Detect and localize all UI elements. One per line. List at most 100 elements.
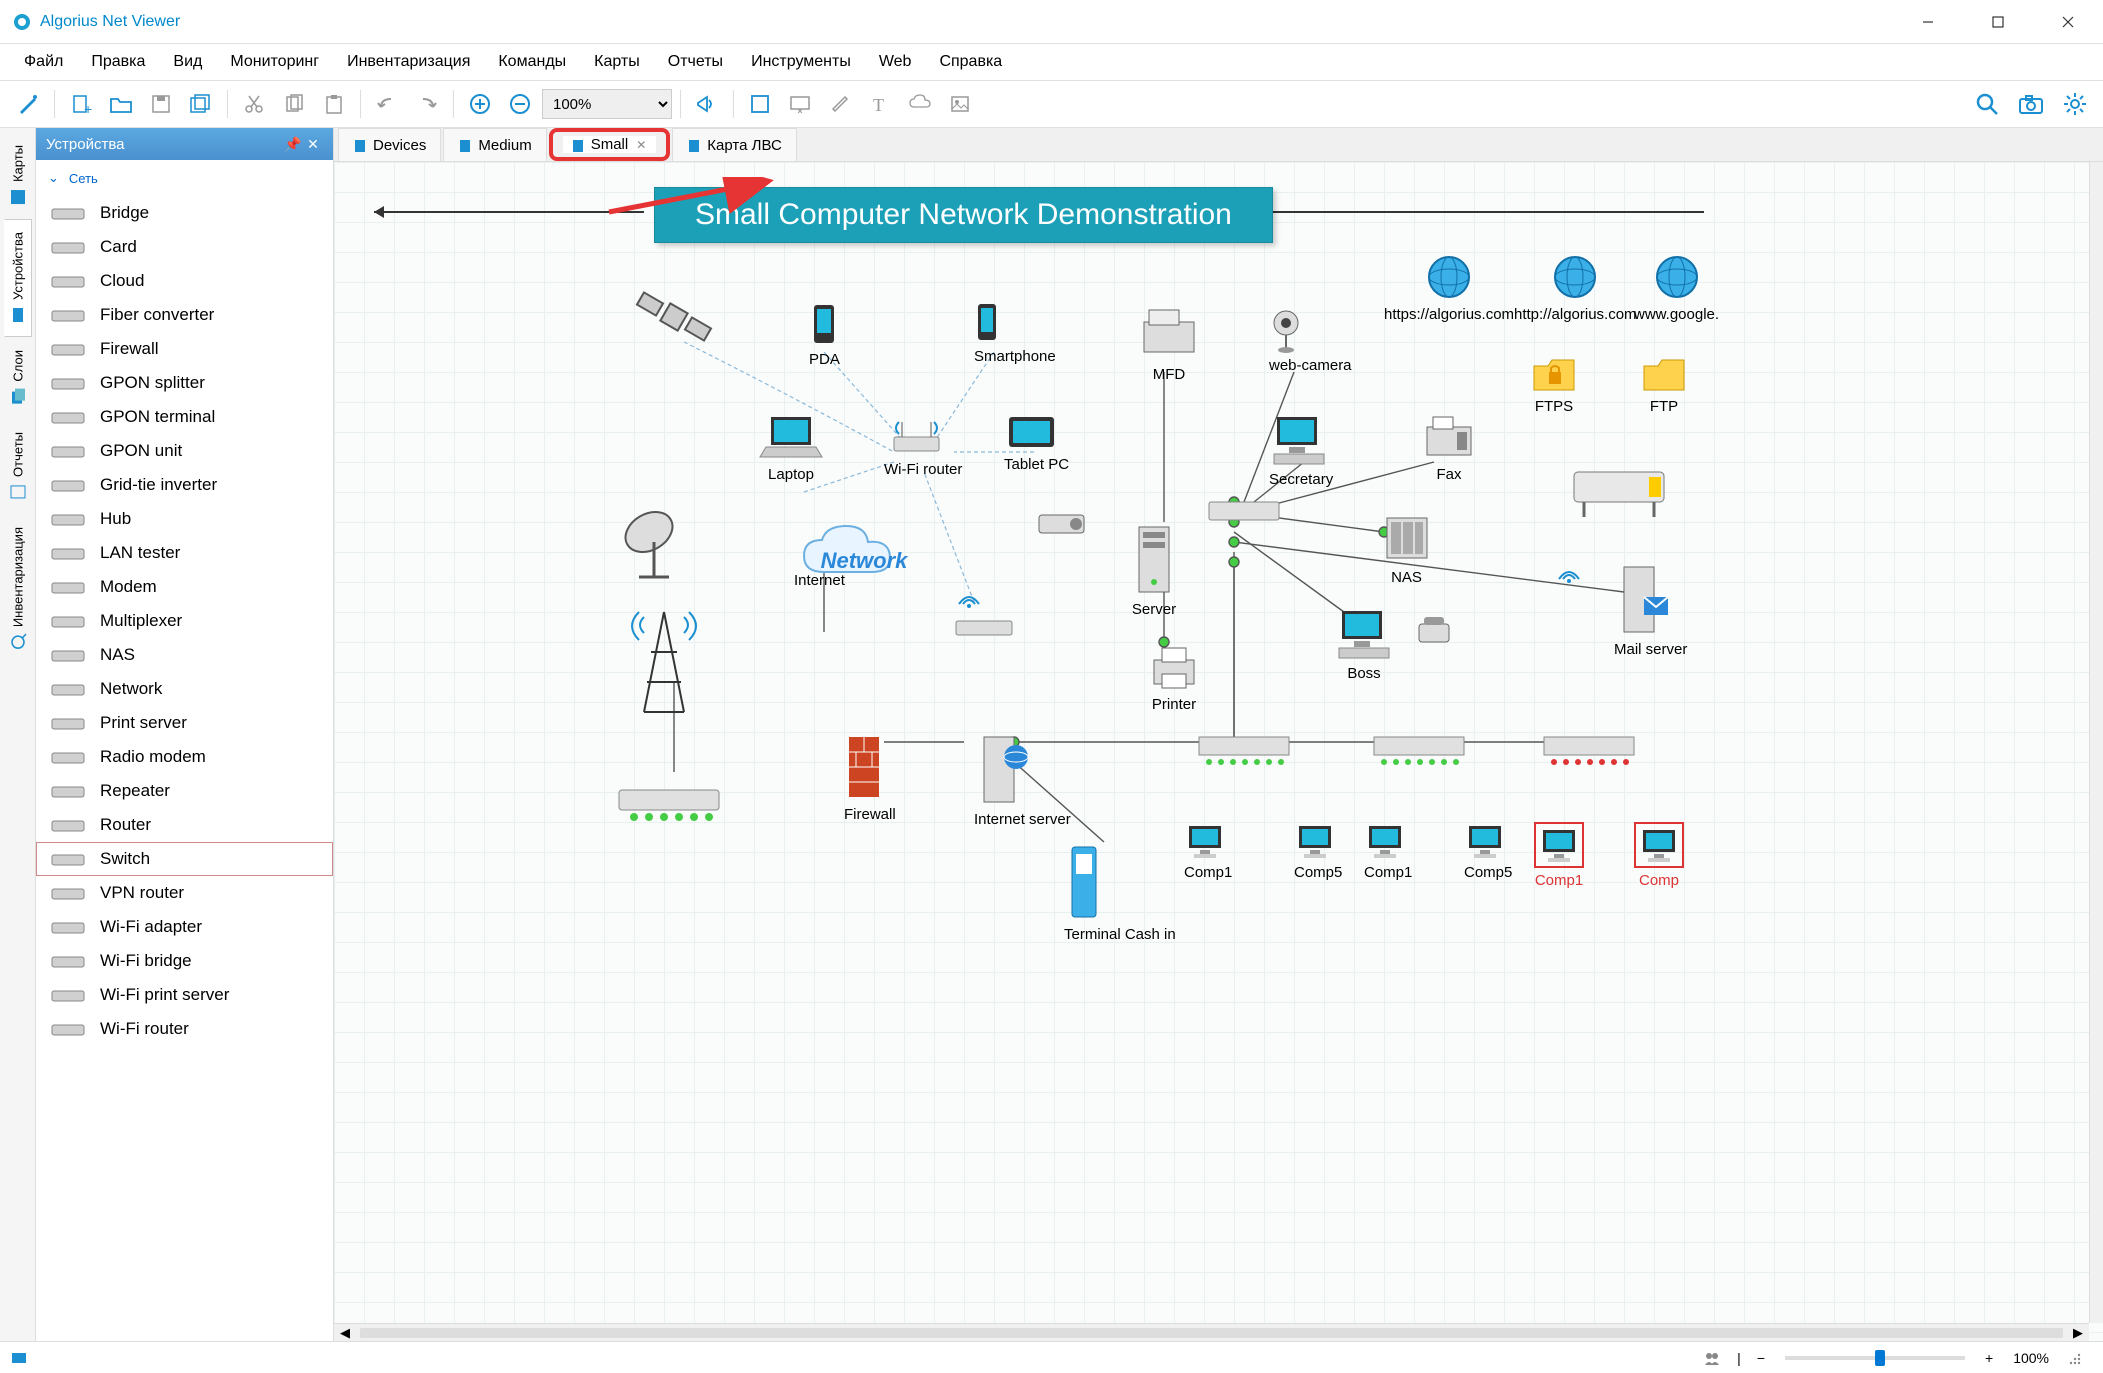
sidebar-item-fiber-converter[interactable]: Fiber converter: [36, 298, 333, 332]
sidebar-body[interactable]: ⌄ Сеть BridgeCardCloudFiber converterFir…: [36, 160, 333, 1341]
sidebar-item-firewall[interactable]: Firewall: [36, 332, 333, 366]
sidebar-item-vpn-router[interactable]: VPN router: [36, 876, 333, 910]
sidebar-item-nas[interactable]: NAS: [36, 638, 333, 672]
node-switch-1[interactable]: [614, 782, 724, 826]
menu-inventory[interactable]: Инвентаризация: [335, 47, 482, 77]
node-link[interactable]: https://algorius.com: [1384, 252, 1514, 323]
sidebar-item-gpon-unit[interactable]: GPON unit: [36, 434, 333, 468]
node-comp5[interactable]: Comp5: [1464, 822, 1512, 881]
menu-monitoring[interactable]: Мониторинг: [218, 47, 331, 77]
node-pda[interactable]: PDA: [809, 302, 840, 368]
node-dish[interactable]: [614, 502, 694, 586]
minimize-button[interactable]: [1893, 0, 1963, 44]
cloud-up-icon[interactable]: [902, 86, 938, 122]
tab-small[interactable]: Small✕: [563, 136, 657, 153]
node-server[interactable]: Server: [1129, 522, 1179, 618]
undo-icon[interactable]: [369, 86, 405, 122]
image-icon[interactable]: [942, 86, 978, 122]
vtab-inventory[interactable]: Инвентаризация: [4, 514, 32, 664]
node-laptop[interactable]: Laptop: [756, 412, 826, 483]
node-comp5[interactable]: Comp5: [1294, 822, 1342, 881]
sidebar-item-grid-tie-inverter[interactable]: Grid-tie inverter: [36, 468, 333, 502]
node-projector[interactable]: [1034, 507, 1094, 546]
paste-icon[interactable]: [316, 86, 352, 122]
save-icon[interactable]: [143, 86, 179, 122]
vtab-devices[interactable]: Устройства: [4, 219, 32, 337]
vtab-reports[interactable]: Отчеты: [4, 419, 32, 514]
node-switch-b2[interactable]: [1369, 732, 1469, 771]
node-internet[interactable]: Internet: [794, 572, 845, 589]
maximize-button[interactable]: [1963, 0, 2033, 44]
sidebar-item-repeater[interactable]: Repeater: [36, 774, 333, 808]
horizontal-scrollbar[interactable]: ◀▶: [334, 1323, 2089, 1341]
node-ftps[interactable]: FTPS: [1529, 352, 1579, 415]
node-wifi-2[interactable]: [1554, 557, 1584, 591]
node-phone[interactable]: [1414, 612, 1454, 651]
wizard-icon[interactable]: [10, 86, 46, 122]
tab-lvs[interactable]: Карта ЛВС: [672, 128, 797, 161]
sidebar-item-gpon-terminal[interactable]: GPON terminal: [36, 400, 333, 434]
zoom-out-icon[interactable]: [502, 86, 538, 122]
node-mfd[interactable]: MFD: [1134, 302, 1204, 383]
cut-icon[interactable]: [236, 86, 272, 122]
tab-devices[interactable]: Devices: [338, 128, 441, 161]
tab-close-icon[interactable]: ✕: [634, 138, 648, 152]
node-satellite[interactable]: [634, 282, 714, 356]
node-mail-server[interactable]: Mail server: [1614, 562, 1687, 658]
save-all-icon[interactable]: [183, 86, 219, 122]
sidebar-section-network[interactable]: ⌄ Сеть: [36, 160, 333, 196]
sidebar-item-cloud[interactable]: Cloud: [36, 264, 333, 298]
menu-reports[interactable]: Отчеты: [656, 47, 735, 77]
node-switch-b1[interactable]: [1194, 732, 1294, 771]
node-smartphone[interactable]: Smartphone: [974, 302, 1056, 365]
copy-icon[interactable]: [276, 86, 312, 122]
sidebar-item-network[interactable]: Network: [36, 672, 333, 706]
node-boss[interactable]: Boss: [1334, 606, 1394, 682]
menu-edit[interactable]: Правка: [79, 47, 157, 77]
node-printer[interactable]: Printer: [1144, 642, 1204, 713]
sidebar-item-wi-fi-bridge[interactable]: Wi-Fi bridge: [36, 944, 333, 978]
vtab-maps[interactable]: Карты: [4, 132, 32, 219]
node-comp[interactable]: Comp: [1634, 822, 1684, 889]
sidebar-item-switch[interactable]: Switch: [36, 842, 333, 876]
node-comp1[interactable]: Comp1: [1534, 822, 1584, 889]
node-tower[interactable]: [629, 602, 699, 726]
sidebar-item-radio-modem[interactable]: Radio modem: [36, 740, 333, 774]
node-comp1[interactable]: Comp1: [1184, 822, 1232, 881]
search-icon[interactable]: [1969, 86, 2005, 122]
sidebar-item-multiplexer[interactable]: Multiplexer: [36, 604, 333, 638]
node-secretary[interactable]: Secretary: [1269, 412, 1333, 488]
sidebar-item-router[interactable]: Router: [36, 808, 333, 842]
sidebar-item-modem[interactable]: Modem: [36, 570, 333, 604]
node-plotter[interactable]: [1564, 462, 1674, 526]
close-button[interactable]: [2033, 0, 2103, 44]
menu-view[interactable]: Вид: [161, 47, 214, 77]
canvas[interactable]: Small Computer Network Demonstration: [334, 162, 2103, 1341]
node-nas[interactable]: NAS: [1379, 510, 1434, 586]
fit-icon[interactable]: [742, 86, 778, 122]
vtab-layers[interactable]: Слои: [4, 337, 32, 419]
redo-icon[interactable]: [409, 86, 445, 122]
edit-icon[interactable]: [822, 86, 858, 122]
sidebar-item-wi-fi-adapter[interactable]: Wi-Fi adapter: [36, 910, 333, 944]
node-fax[interactable]: Fax: [1419, 412, 1479, 483]
tab-medium[interactable]: Medium: [443, 128, 546, 161]
menu-help[interactable]: Справка: [927, 47, 1014, 77]
vertical-scrollbar[interactable]: [2089, 162, 2103, 1323]
megaphone-icon[interactable]: [689, 86, 725, 122]
node-ftp[interactable]: FTP: [1639, 352, 1689, 415]
node-terminal-cash-in[interactable]: Terminal Cash in: [1064, 842, 1176, 943]
menu-maps[interactable]: Карты: [582, 47, 652, 77]
sidebar-item-lan-tester[interactable]: LAN tester: [36, 536, 333, 570]
sidebar-item-hub[interactable]: Hub: [36, 502, 333, 536]
zoom-slider[interactable]: [1785, 1356, 1965, 1360]
zoom-in-icon[interactable]: [462, 86, 498, 122]
sidebar-item-wi-fi-router[interactable]: Wi-Fi router: [36, 1012, 333, 1046]
camera-icon[interactable]: [2013, 86, 2049, 122]
sidebar-item-card[interactable]: Card: [36, 230, 333, 264]
node-wifi-signal[interactable]: [954, 582, 984, 616]
node-tablet-pc[interactable]: Tablet PC: [1004, 412, 1069, 473]
node-internet-server[interactable]: Internet server: [974, 732, 1071, 828]
pin-icon[interactable]: 📌: [283, 134, 303, 154]
sidebar-item-wi-fi-print-server[interactable]: Wi-Fi print server: [36, 978, 333, 1012]
